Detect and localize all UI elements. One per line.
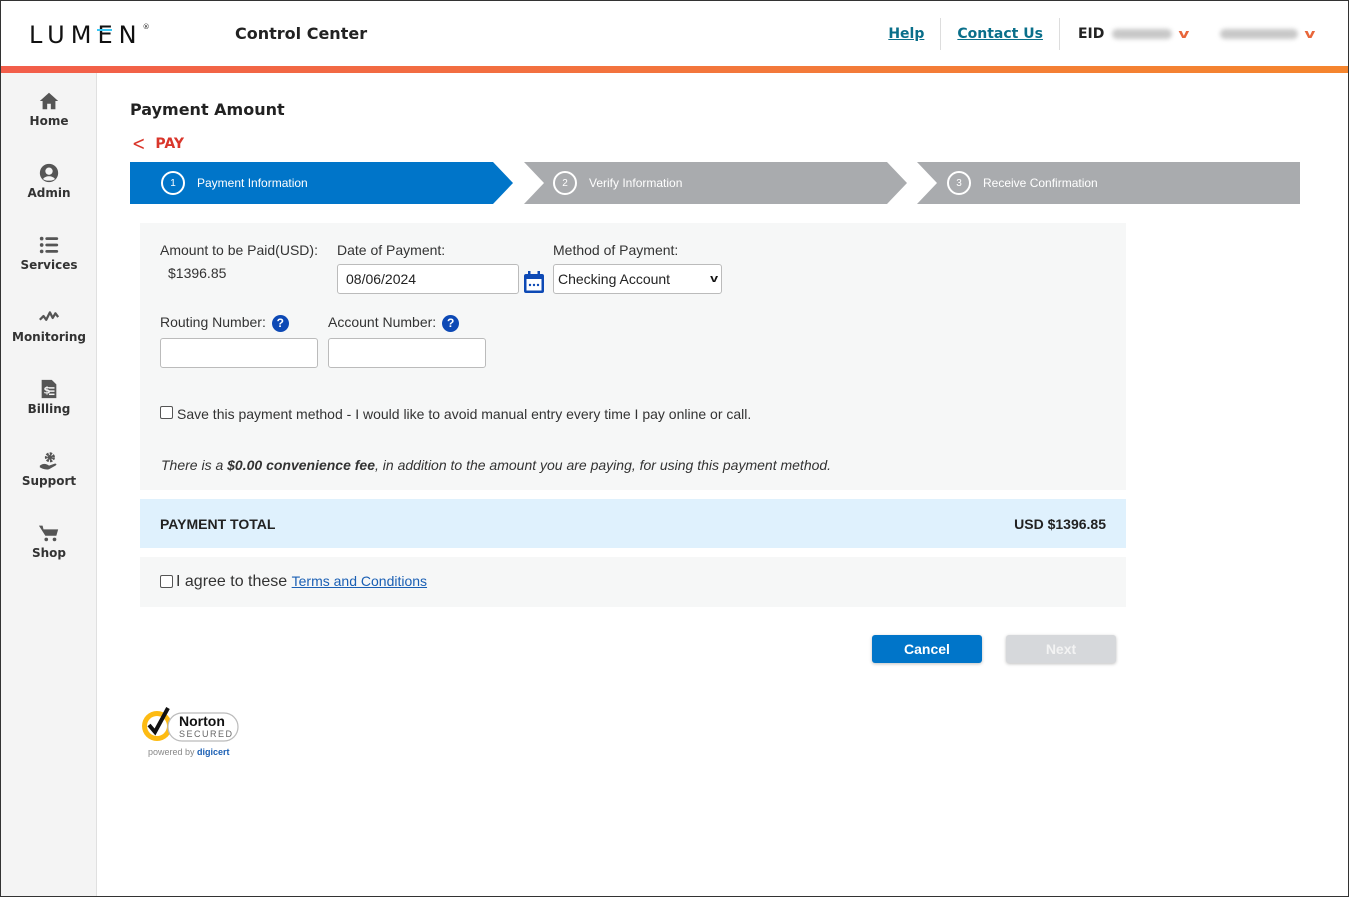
top-header: LUMEN® Control Center Help Contact Us EI… bbox=[1, 1, 1348, 66]
step-number: 2 bbox=[553, 171, 577, 195]
list-icon bbox=[39, 236, 59, 254]
eid-selector[interactable]: EID v bbox=[1060, 26, 1212, 42]
home-icon bbox=[39, 92, 59, 110]
progress-stepper: 1 Payment Information 2 Verify Informati… bbox=[130, 162, 1300, 204]
norton-name: Norton bbox=[179, 713, 225, 729]
chevron-down-icon: v bbox=[1304, 27, 1316, 41]
norton-secured-badge[interactable]: Norton SECURED powered by digicert bbox=[140, 704, 240, 760]
help-icon[interactable]: ? bbox=[271, 314, 289, 332]
routing-number-label: Routing Number:? bbox=[160, 314, 289, 332]
sidebar-item-label: Home bbox=[29, 114, 69, 128]
header-nav: Help Contact Us EID v v bbox=[872, 18, 1348, 50]
cancel-button[interactable]: Cancel bbox=[872, 635, 982, 663]
step-receive-confirmation: 3 Receive Confirmation bbox=[917, 162, 1300, 204]
step-label: Payment Information bbox=[197, 176, 308, 190]
app-title: Control Center bbox=[235, 24, 368, 43]
step-number: 3 bbox=[947, 171, 971, 195]
digicert-brand: digicert bbox=[197, 747, 230, 757]
account-number-input[interactable] bbox=[328, 338, 486, 368]
payment-total-bar: PAYMENT TOTAL USD $1396.85 bbox=[140, 499, 1126, 548]
user-circle-icon bbox=[39, 163, 59, 183]
calendar-icon[interactable] bbox=[523, 270, 545, 294]
bill-icon: $ bbox=[41, 379, 57, 399]
step-payment-information: 1 Payment Information bbox=[130, 162, 513, 204]
convenience-fee-note: There is a $0.00 convenience fee, in add… bbox=[161, 457, 831, 473]
chevron-left-icon: < bbox=[132, 132, 146, 155]
back-link-label: PAY bbox=[155, 135, 185, 152]
norton-secured: SECURED bbox=[179, 729, 234, 739]
step-number: 1 bbox=[161, 171, 185, 195]
fee-amount: $0.00 convenience fee bbox=[227, 457, 376, 473]
user-menu[interactable]: v bbox=[1212, 27, 1348, 41]
back-link[interactable]: < PAY bbox=[132, 132, 185, 155]
help-icon[interactable]: ? bbox=[442, 314, 460, 332]
step-label: Verify Information bbox=[589, 176, 683, 190]
agree-text: I agree to these bbox=[176, 573, 292, 590]
payment-total-label: PAYMENT TOTAL bbox=[160, 515, 276, 532]
sidebar-item-billing[interactable]: $ Billing bbox=[1, 378, 97, 416]
save-payment-method-checkbox[interactable] bbox=[160, 406, 173, 419]
eid-label: EID bbox=[1077, 26, 1105, 42]
save-payment-method-label[interactable]: Save this payment method - I would like … bbox=[177, 406, 751, 422]
agree-terms-checkbox[interactable] bbox=[160, 575, 173, 588]
eid-value-redacted bbox=[1112, 29, 1173, 39]
support-icon bbox=[39, 452, 57, 470]
help-link[interactable]: Help bbox=[872, 26, 940, 42]
amount-label: Amount to be Paid(USD): bbox=[160, 242, 318, 258]
sidebar-item-label: Shop bbox=[31, 546, 67, 560]
account-number-label-text: Account Number: bbox=[328, 314, 437, 330]
powered-by-text: powered by bbox=[148, 747, 198, 757]
date-label: Date of Payment: bbox=[337, 242, 446, 258]
sidebar-item-admin[interactable]: Admin bbox=[1, 162, 97, 200]
sidebar-item-label: Monitoring bbox=[12, 330, 86, 344]
sidebar-item-label: Billing bbox=[27, 402, 71, 416]
next-button[interactable]: Next bbox=[1006, 635, 1116, 663]
payment-method-value: Checking Account bbox=[558, 271, 671, 287]
sidebar-item-services[interactable]: Services bbox=[1, 234, 97, 272]
sidebar-item-label: Admin bbox=[27, 186, 71, 200]
payment-method-select[interactable]: Checking Account v bbox=[553, 264, 722, 294]
payment-total-value: USD $1396.85 bbox=[1014, 515, 1106, 532]
terms-panel: I agree to these Terms and Conditions bbox=[140, 557, 1126, 607]
fee-note-text: , in addition to the amount you are payi… bbox=[375, 457, 832, 473]
cart-icon bbox=[38, 525, 59, 542]
sidebar-item-shop[interactable]: Shop bbox=[1, 522, 97, 560]
terms-and-conditions-link[interactable]: Terms and Conditions bbox=[292, 573, 427, 589]
powered-by: powered by digicert bbox=[148, 747, 230, 757]
pulse-icon bbox=[39, 311, 60, 321]
lumen-logo[interactable]: LUMEN® bbox=[29, 21, 150, 49]
sidebar-item-label: Services bbox=[20, 258, 78, 272]
contact-us-link[interactable]: Contact Us bbox=[941, 26, 1059, 42]
accent-bar bbox=[1, 66, 1348, 73]
amount-value: $1396.85 bbox=[168, 265, 227, 281]
username-redacted bbox=[1220, 29, 1299, 39]
page-title: Payment Amount bbox=[130, 100, 285, 119]
step-verify-information: 2 Verify Information bbox=[524, 162, 907, 204]
payment-form: Amount to be Paid(USD): $1396.85 Date of… bbox=[140, 223, 1126, 490]
sidebar-item-label: Support bbox=[21, 474, 77, 488]
chevron-down-icon: v bbox=[709, 273, 718, 285]
sidebar: Home Admin Services Monitoring $ Billing… bbox=[1, 73, 97, 896]
routing-number-label-text: Routing Number: bbox=[160, 314, 266, 330]
account-number-label: Account Number:? bbox=[328, 314, 460, 332]
method-label: Method of Payment: bbox=[553, 242, 679, 258]
date-of-payment-input[interactable] bbox=[337, 264, 519, 294]
routing-number-input[interactable] bbox=[160, 338, 318, 368]
sidebar-item-home[interactable]: Home bbox=[1, 90, 97, 128]
sidebar-item-monitoring[interactable]: Monitoring bbox=[1, 306, 97, 344]
agree-terms-label: I agree to these Terms and Conditions bbox=[176, 573, 427, 591]
sidebar-item-support[interactable]: Support bbox=[1, 450, 97, 488]
fee-note-text: There is a bbox=[161, 457, 228, 473]
step-label: Receive Confirmation bbox=[983, 176, 1098, 190]
chevron-down-icon: v bbox=[1178, 27, 1190, 41]
